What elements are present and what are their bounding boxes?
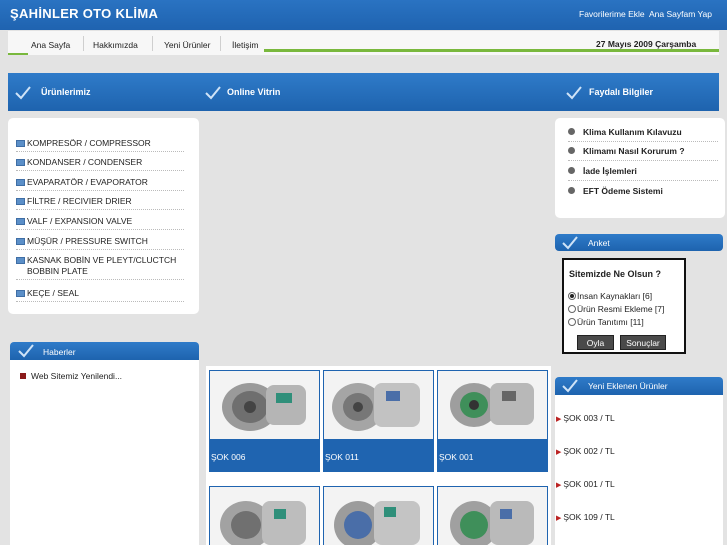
nav-home[interactable]: Ana Sayfa bbox=[31, 40, 70, 50]
product-name: ŞOK 011 bbox=[325, 452, 359, 462]
product-image[interactable] bbox=[438, 487, 547, 545]
poll-title: Anket bbox=[588, 238, 610, 248]
showcase-title: Online Vitrin bbox=[227, 87, 281, 97]
nav-about[interactable]: Hakkımızda bbox=[93, 40, 138, 50]
add-favorites-link[interactable]: Favorilerime Ekle bbox=[579, 9, 645, 19]
nav-contact[interactable]: İletişim bbox=[232, 40, 258, 50]
arrow-right-icon: ▶ bbox=[556, 416, 562, 423]
bullet-icon bbox=[568, 147, 575, 154]
category-item[interactable]: EVAPARATÖR / EVAPORATOR bbox=[16, 177, 184, 191]
nav-divider bbox=[220, 36, 221, 51]
category-item[interactable]: KASNAK BOBİN VE PLEYT/CLUCTCH BOBBIN PLA… bbox=[16, 255, 184, 280]
results-button[interactable]: Sonuçlar bbox=[620, 335, 666, 350]
category-icon bbox=[16, 290, 25, 297]
info-link[interactable]: EFT Ödeme Sistemi bbox=[568, 186, 718, 200]
product-image[interactable] bbox=[324, 487, 433, 545]
news-item[interactable]: Web Sitemiz Yenilendi... bbox=[20, 371, 122, 381]
product-name: ŞOK 006 bbox=[211, 452, 246, 462]
product-card[interactable]: ŞOK 011 bbox=[323, 370, 434, 472]
category-icon bbox=[16, 159, 25, 166]
category-item[interactable]: MÜŞÜR / PRESSURE SWITCH bbox=[16, 236, 184, 250]
info-link[interactable]: Klima Kullanım Kılavuzu bbox=[568, 127, 718, 142]
nav-divider bbox=[152, 36, 153, 51]
check-icon bbox=[562, 379, 578, 393]
info-link[interactable]: Klimamı Nasıl Korurum ? bbox=[568, 146, 718, 161]
category-icon bbox=[16, 140, 25, 147]
check-icon bbox=[18, 344, 34, 358]
nav-new-products[interactable]: Yeni Ürünler bbox=[164, 40, 210, 50]
news-panel bbox=[10, 360, 199, 545]
poll-header bbox=[555, 234, 723, 251]
arrow-right-icon: ▶ bbox=[556, 449, 562, 456]
set-homepage-link[interactable]: Ana Sayfam Yap bbox=[649, 9, 712, 19]
product-card[interactable] bbox=[437, 486, 548, 545]
category-item[interactable]: KONDANSER / CONDENSER bbox=[16, 157, 184, 171]
nav-accent-line bbox=[264, 49, 719, 52]
radio-icon[interactable] bbox=[568, 318, 576, 326]
check-icon bbox=[15, 86, 31, 100]
bullet-icon bbox=[568, 167, 575, 174]
new-product-link[interactable]: ▶ ŞOK 109 / TL bbox=[556, 512, 723, 522]
product-card[interactable]: ŞOK 001 bbox=[437, 370, 548, 472]
news-header bbox=[10, 342, 199, 360]
new-products-title: Yeni Eklenen Ürünler bbox=[588, 381, 668, 391]
news-title: Haberler bbox=[43, 347, 76, 357]
products-header bbox=[8, 73, 199, 111]
check-icon bbox=[562, 236, 578, 250]
arrow-right-icon: ▶ bbox=[556, 515, 562, 522]
product-name: ŞOK 001 bbox=[439, 452, 474, 462]
category-icon bbox=[16, 179, 25, 186]
product-image[interactable] bbox=[324, 371, 433, 439]
vote-button[interactable]: Oyla bbox=[577, 335, 614, 350]
current-date: 27 Mayıs 2009 Çarşamba bbox=[596, 39, 697, 49]
check-icon bbox=[566, 86, 582, 100]
radio-selected-icon[interactable] bbox=[568, 292, 576, 300]
products-title: Ürünlerimiz bbox=[41, 87, 91, 97]
poll-option[interactable]: İnsan Kaynakları [6] bbox=[568, 291, 652, 301]
category-icon bbox=[16, 198, 25, 205]
category-item[interactable]: KOMPRESÖR / COMPRESSOR bbox=[16, 138, 184, 152]
product-image[interactable] bbox=[210, 371, 319, 439]
site-title: ŞAHİNLER OTO KLİMA bbox=[10, 6, 159, 21]
category-item[interactable]: FİLTRE / RECIVIER DRIER bbox=[16, 196, 184, 210]
nav-divider bbox=[83, 36, 84, 51]
category-icon bbox=[16, 257, 25, 264]
product-image[interactable] bbox=[210, 487, 319, 545]
radio-icon[interactable] bbox=[568, 305, 576, 313]
category-item[interactable]: VALF / EXPANSION VALVE bbox=[16, 216, 184, 230]
product-card[interactable]: ŞOK 006 bbox=[209, 370, 320, 472]
arrow-right-icon: ▶ bbox=[556, 482, 562, 489]
poll-option[interactable]: Ürün Resmi Ekleme [7] bbox=[568, 304, 664, 314]
nav-accent-line-left bbox=[8, 53, 28, 55]
product-card[interactable] bbox=[209, 486, 320, 545]
poll-question: Sitemizde Ne Olsun ? bbox=[569, 269, 662, 279]
news-bullet-icon bbox=[20, 373, 26, 379]
bullet-icon bbox=[568, 128, 575, 135]
info-link[interactable]: İade İşlemleri bbox=[568, 166, 718, 181]
poll-option[interactable]: Ürün Tanıtımı [11] bbox=[568, 317, 644, 327]
new-product-link[interactable]: ▶ ŞOK 002 / TL bbox=[556, 446, 723, 456]
check-icon bbox=[205, 86, 221, 100]
product-card[interactable] bbox=[323, 486, 434, 545]
category-icon bbox=[16, 218, 25, 225]
new-product-link[interactable]: ▶ ŞOK 003 / TL bbox=[556, 413, 723, 423]
new-product-link[interactable]: ▶ ŞOK 001 / TL bbox=[556, 479, 723, 489]
bullet-icon bbox=[568, 187, 575, 194]
info-title: Faydalı Bilgiler bbox=[589, 87, 654, 97]
product-image[interactable] bbox=[438, 371, 547, 439]
category-icon bbox=[16, 238, 25, 245]
category-item[interactable]: KEÇE / SEAL bbox=[16, 288, 184, 302]
